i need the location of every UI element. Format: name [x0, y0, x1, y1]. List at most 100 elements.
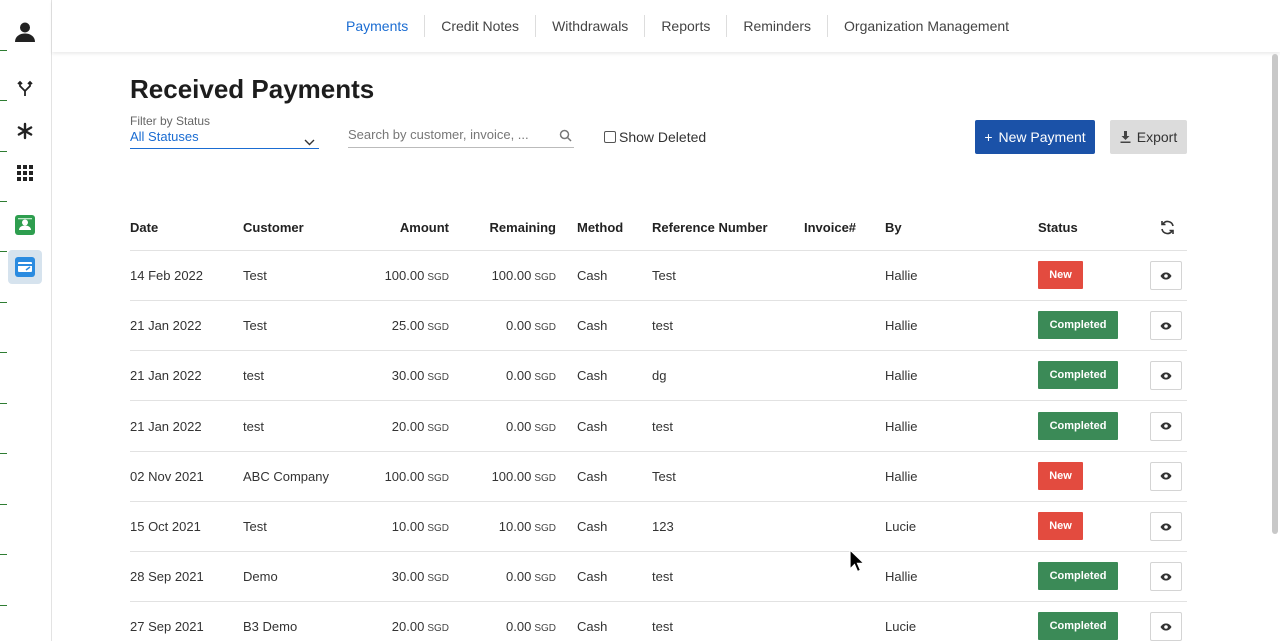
export-button[interactable]: Export: [1110, 120, 1187, 154]
col-header-date[interactable]: Date: [130, 220, 158, 235]
show-deleted-checkbox[interactable]: [604, 131, 616, 143]
col-header-remaining[interactable]: Remaining: [456, 220, 556, 235]
show-deleted-label: Show Deleted: [619, 129, 707, 145]
eye-icon: [1160, 422, 1172, 430]
tab-credit-notes[interactable]: Credit Notes: [424, 15, 535, 37]
rail-divider: [0, 50, 7, 51]
cell-method: Cash: [577, 519, 608, 534]
cell-amount: 30.00 SGD: [350, 368, 449, 383]
cell-customer: ABC Company: [243, 468, 329, 484]
cell-by: Hallie: [885, 268, 918, 283]
cell-remaining: 0.00 SGD: [456, 318, 556, 333]
col-header-method[interactable]: Method: [577, 220, 623, 235]
view-button[interactable]: [1150, 461, 1182, 491]
tab-reminders[interactable]: Reminders: [726, 15, 827, 37]
col-header-invoice[interactable]: Invoice#: [804, 220, 856, 235]
cell-method: Cash: [577, 619, 608, 635]
view-button[interactable]: [1150, 411, 1182, 441]
cell-reference: test: [652, 318, 673, 334]
rail-divider: [0, 554, 7, 555]
scrollbar-thumb[interactable]: [1272, 54, 1278, 534]
col-header-reference[interactable]: Reference Number: [652, 220, 768, 235]
cell-amount: 100.00 SGD: [350, 469, 449, 484]
rail-divider: [0, 504, 7, 505]
status-filter-select[interactable]: Filter by Status All Statuses: [130, 114, 319, 149]
table-row[interactable]: 21 Jan 2022 Test 25.00 SGD 0.00 SGD Cash test Ha…: [130, 301, 1187, 352]
table-row[interactable]: 15 Oct 2021 Test 10.00 SGD 10.00 SGD Cash 123 Lu…: [130, 502, 1187, 552]
contacts-app-icon[interactable]: [8, 208, 42, 242]
cell-customer: test: [243, 418, 264, 434]
rail-divider: [0, 100, 7, 101]
cell-date: 21 Jan 2022: [130, 418, 202, 434]
chevron-down-icon[interactable]: [304, 133, 315, 151]
remaining-currency: SGD: [534, 272, 556, 283]
remaining-value: 0.00: [506, 368, 532, 384]
table-row[interactable]: 21 Jan 2022 test 20.00 SGD 0.00 SGD Cash test Ha…: [130, 402, 1187, 452]
table-row[interactable]: 27 Sep 2021 B3 Demo 20.00 SGD 0.00 SGD Cash tes…: [130, 602, 1187, 641]
cell-customer: test: [243, 368, 264, 384]
tab-payments[interactable]: Payments: [330, 15, 424, 37]
table-row[interactable]: 21 Jan 2022 test 30.00 SGD 0.00 SGD Cash dg Hall…: [130, 351, 1187, 402]
amount-value: 20.00: [391, 418, 425, 434]
page-scrollbar[interactable]: [1270, 52, 1280, 641]
amount-currency: SGD: [427, 372, 449, 384]
table-row[interactable]: 28 Sep 2021 Demo 30.00 SGD 0.00 SGD Cash test Ha…: [130, 552, 1187, 603]
col-header-amount[interactable]: Amount: [350, 220, 449, 235]
view-button[interactable]: [1150, 261, 1182, 290]
col-header-by[interactable]: By: [885, 220, 902, 235]
remaining-currency: SGD: [534, 372, 556, 384]
search-input[interactable]: [348, 127, 548, 142]
tab-withdrawals[interactable]: Withdrawals: [535, 15, 644, 37]
payments-app-icon[interactable]: [8, 250, 42, 284]
tab-organization-management[interactable]: Organization Management: [827, 15, 1025, 37]
cell-amount: 30.00 SGD: [350, 569, 449, 584]
user-icon[interactable]: [8, 15, 42, 49]
rail-divider: [0, 302, 7, 303]
show-deleted-toggle[interactable]: Show Deleted: [604, 129, 706, 145]
table-row[interactable]: 02 Nov 2021 ABC Company 100.00 SGD 100.00 SGD…: [130, 452, 1187, 502]
remaining-currency: SGD: [534, 422, 556, 434]
col-header-customer[interactable]: Customer: [243, 220, 304, 235]
view-button[interactable]: [1150, 612, 1182, 641]
remaining-value: 10.00: [498, 519, 532, 534]
cell-remaining: 10.00 SGD: [456, 519, 556, 534]
cell-reference: test: [652, 619, 673, 635]
rail-divider: [0, 352, 7, 353]
cell-customer: Test: [243, 268, 267, 283]
amount-value: 30.00: [391, 368, 425, 384]
cell-method: Cash: [577, 418, 608, 434]
tab-reports[interactable]: Reports: [644, 15, 726, 37]
branch-icon[interactable]: [8, 72, 42, 106]
eye-icon: [1160, 523, 1172, 531]
view-button[interactable]: [1150, 361, 1182, 391]
apps-grid-icon[interactable]: [8, 156, 42, 190]
refresh-icon[interactable]: [1159, 219, 1176, 241]
cell-remaining: 0.00 SGD: [456, 368, 556, 383]
status-filter-value[interactable]: All Statuses: [130, 129, 319, 144]
new-payment-button[interactable]: + New Payment: [975, 120, 1095, 154]
eye-icon: [1160, 573, 1172, 581]
search-field[interactable]: [348, 126, 574, 148]
status-badge-completed: Completed: [1038, 361, 1118, 390]
cell-reference: test: [652, 418, 673, 434]
plus-icon: +: [984, 129, 993, 145]
remaining-currency: SGD: [534, 623, 556, 635]
status-badge-completed: Completed: [1038, 612, 1118, 641]
amount-value: 30.00: [391, 569, 425, 585]
amount-currency: SGD: [427, 322, 449, 334]
status-badge-completed: Completed: [1038, 311, 1118, 340]
rail-divider: [0, 251, 7, 252]
cell-reference: 123: [652, 519, 674, 534]
eye-icon: [1160, 623, 1172, 631]
search-icon[interactable]: [559, 129, 572, 147]
cell-date: 27 Sep 2021: [130, 619, 204, 635]
cell-date: 28 Sep 2021: [130, 569, 204, 585]
asterisk-icon[interactable]: [8, 114, 42, 148]
view-button[interactable]: [1150, 512, 1182, 541]
view-button[interactable]: [1150, 562, 1182, 592]
col-header-status[interactable]: Status: [1038, 220, 1078, 235]
table-row[interactable]: 14 Feb 2022 Test 100.00 SGD 100.00 SGD Cash Tes…: [130, 251, 1187, 301]
cell-by: Lucie: [885, 619, 917, 635]
cell-by: Lucie: [885, 519, 917, 534]
view-button[interactable]: [1150, 311, 1182, 341]
